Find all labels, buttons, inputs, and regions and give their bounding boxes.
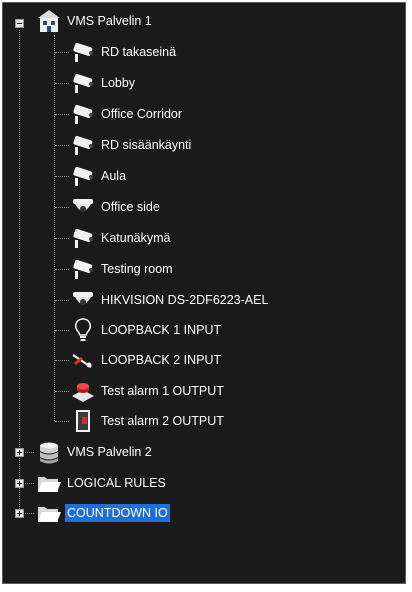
bullet-camera-icon <box>70 39 96 65</box>
tree-branch <box>55 391 69 392</box>
tree-node-camera-lobby[interactable]: Lobby <box>70 70 137 96</box>
tree-node-label: Aula <box>101 169 127 183</box>
tree-branch <box>55 421 69 422</box>
tree-node-label: RD takaseinä <box>101 45 177 59</box>
tree-node-label: Office side <box>101 200 160 214</box>
tree-line-root <box>19 30 20 511</box>
tree-node-label: Office Corridor <box>101 107 183 121</box>
tree-node-camera-aula[interactable]: Aula <box>70 163 128 189</box>
tree-node-loopback-2-input[interactable]: LOOPBACK 2 INPUT <box>70 347 223 373</box>
collapse-server1-toggle[interactable] <box>15 19 24 28</box>
tree-node-server1[interactable]: VMS Palvelin 1 <box>36 8 154 34</box>
tree-branch <box>55 300 69 301</box>
tree-branch <box>55 52 69 53</box>
tree-branch <box>55 269 69 270</box>
bullet-camera-icon <box>70 163 96 189</box>
tree-node-label: VMS Palvelin 2 <box>67 445 152 459</box>
bullet-camera-icon <box>70 101 96 127</box>
tree-node-label: Test alarm 1 OUTPUT <box>101 384 224 398</box>
tree-branch <box>55 114 69 115</box>
tree-branch <box>55 330 69 331</box>
alarm-button-icon <box>70 378 96 404</box>
tree-node-test-alarm-1-output[interactable]: Test alarm 1 OUTPUT <box>70 378 226 404</box>
tree-node-loopback-1-input[interactable]: LOOPBACK 1 INPUT <box>70 317 223 343</box>
expand-logical-rules-toggle[interactable] <box>15 479 24 488</box>
tree-node-camera-office-side[interactable]: Office side <box>70 194 162 220</box>
tree-node-logical-rules[interactable]: LOGICAL RULES <box>36 470 168 496</box>
bullet-camera-icon <box>70 132 96 158</box>
tree-node-label: Lobby <box>101 76 136 90</box>
tree-node-label: LOOPBACK 1 INPUT <box>101 323 222 337</box>
server-stack-icon <box>36 439 62 465</box>
tree-node-label-selected: COUNTDOWN IO <box>65 504 170 522</box>
bullet-camera-icon <box>70 225 96 251</box>
tree-branch <box>55 207 69 208</box>
tree-node-label: Katunäkymä <box>101 231 171 245</box>
tree-node-label: Test alarm 2 OUTPUT <box>101 414 224 428</box>
expand-countdown-io-toggle[interactable] <box>15 509 24 518</box>
tree-branch <box>55 145 69 146</box>
tree-node-camera-testing-room[interactable]: Testing room <box>70 256 175 282</box>
tree-branch <box>55 176 69 177</box>
tree-node-label: LOOPBACK 2 INPUT <box>101 353 222 367</box>
tree-branch <box>55 360 69 361</box>
tree-node-camera-rd-takaseina[interactable]: RD takaseinä <box>70 39 178 65</box>
folder-icon <box>36 470 62 496</box>
tree-node-camera-hikvision[interactable]: HIKVISION DS-2DF6223-AEL <box>70 287 270 313</box>
door-output-icon <box>70 408 96 434</box>
tree-node-countdown-io[interactable]: COUNTDOWN IO <box>36 500 170 526</box>
tree-node-label: VMS Palvelin 1 <box>67 14 152 28</box>
tree-branch <box>55 83 69 84</box>
dome-camera-icon <box>70 194 96 220</box>
tree-node-label: HIKVISION DS-2DF6223-AEL <box>101 293 269 307</box>
dome-camera-icon <box>70 287 96 313</box>
tree-node-label: LOGICAL RULES <box>67 476 166 490</box>
tree-node-camera-rd-sisaankaynti[interactable]: RD sisäänkäynti <box>70 132 193 158</box>
bullet-camera-icon <box>70 70 96 96</box>
tree-branch <box>55 238 69 239</box>
bullet-camera-icon <box>70 256 96 282</box>
device-tree-panel: VMS Palvelin 1 RD takaseinä Lobby Office… <box>2 2 406 584</box>
tree-node-server2[interactable]: VMS Palvelin 2 <box>36 439 154 465</box>
tree-node-camera-katunakyma[interactable]: Katunäkymä <box>70 225 172 251</box>
expand-server2-toggle[interactable] <box>15 448 24 457</box>
switch-input-icon <box>70 347 96 373</box>
tree-node-label: Testing room <box>101 262 173 276</box>
server-building-icon <box>36 8 62 34</box>
tree-node-camera-office-corridor[interactable]: Office Corridor <box>70 101 184 127</box>
tree-node-test-alarm-2-output[interactable]: Test alarm 2 OUTPUT <box>70 408 226 434</box>
lightbulb-icon <box>70 317 96 343</box>
folder-icon <box>36 500 62 526</box>
tree-line-server1-children <box>54 35 55 421</box>
tree-node-label: RD sisäänkäynti <box>101 138 192 152</box>
